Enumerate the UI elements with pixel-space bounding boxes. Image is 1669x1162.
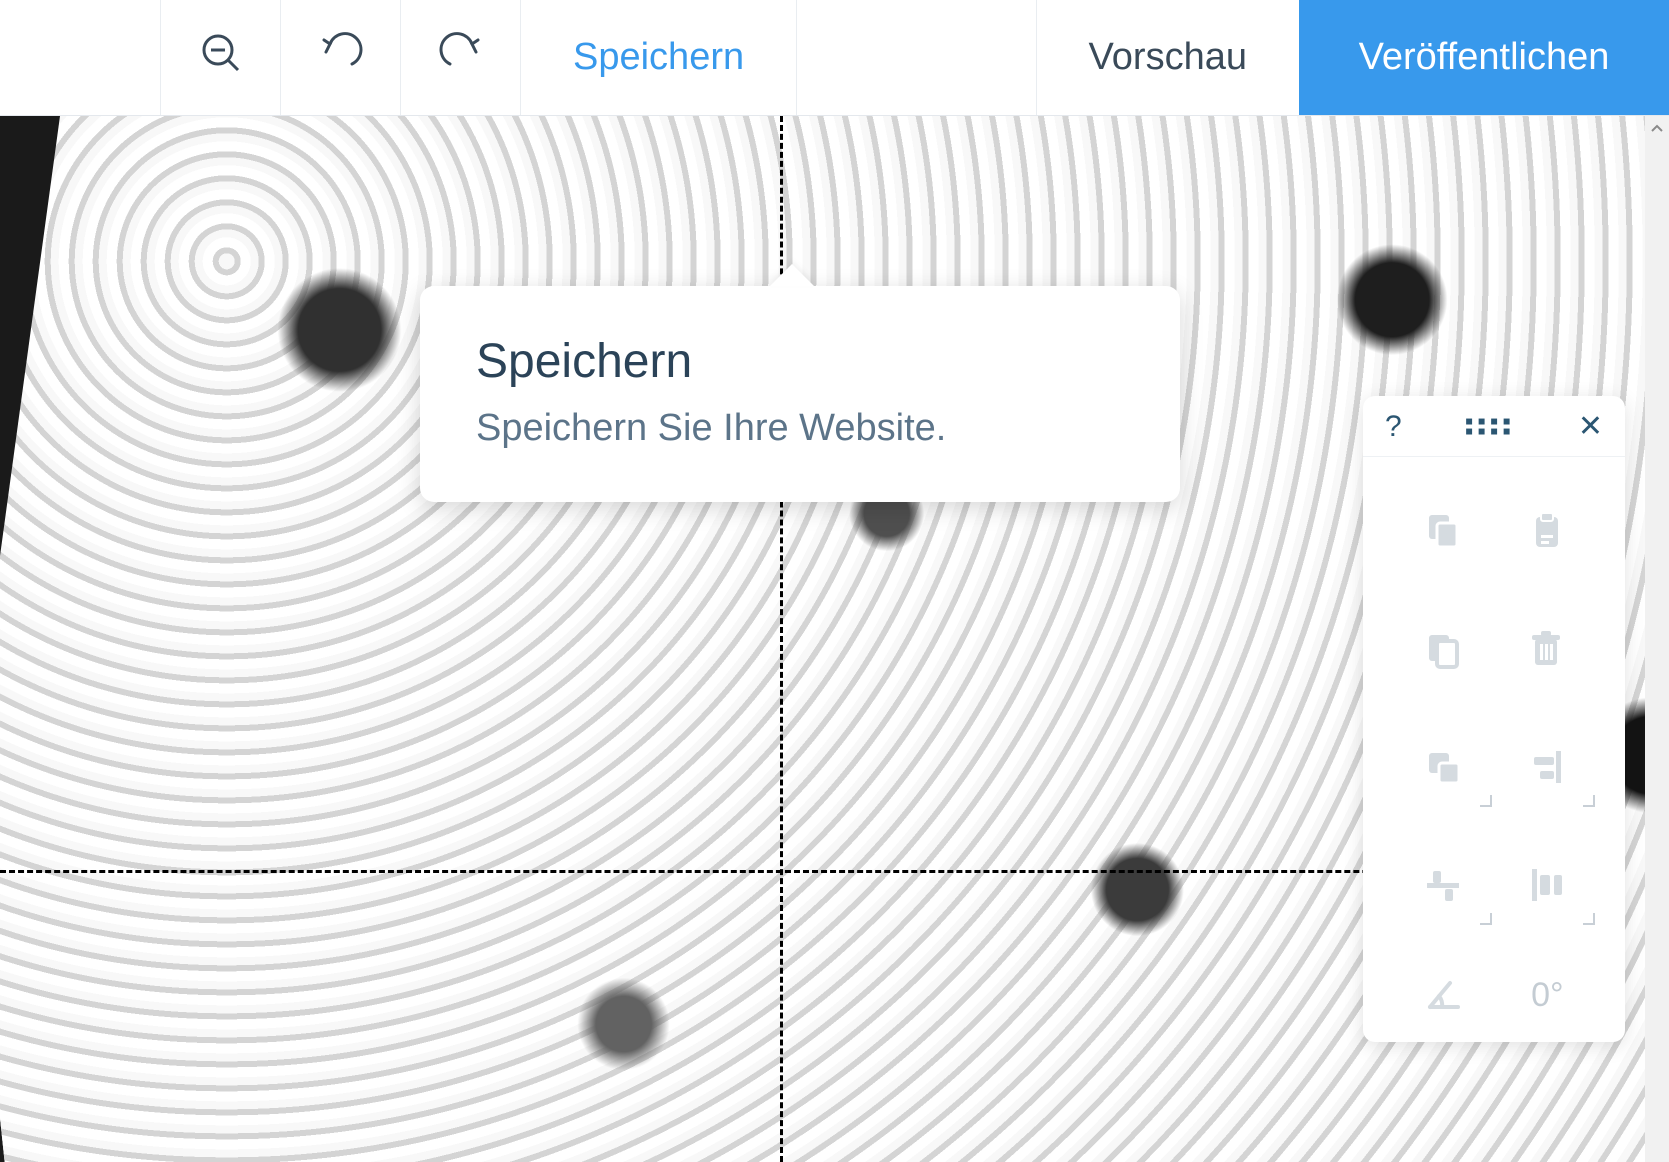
copy-icon	[1423, 511, 1463, 556]
panel-help-button[interactable]: ?	[1385, 410, 1402, 444]
redo-button[interactable]	[400, 0, 520, 115]
arrange-button[interactable]	[1391, 737, 1494, 801]
editor-topbar: Speichern Vorschau Veröffentlichen	[0, 0, 1669, 116]
distribute-horizontal-icon	[1423, 865, 1463, 910]
redo-icon	[438, 30, 484, 86]
topbar-fill	[796, 0, 1035, 115]
paste-button[interactable]	[1494, 501, 1597, 565]
delete-button[interactable]	[1494, 619, 1597, 683]
floating-tool-panel: ? ▪▪▪▪▪▪▪▪ ✕	[1363, 396, 1625, 1042]
topbar-left-spacer	[0, 0, 160, 115]
tooltip-body: Speichern Sie Ihre Website.	[476, 407, 1124, 450]
rotate-button[interactable]	[1424, 973, 1464, 1018]
trash-icon	[1526, 629, 1566, 674]
undo-button[interactable]	[280, 0, 400, 115]
angle-icon	[1424, 973, 1464, 1018]
panel-close-button[interactable]: ✕	[1578, 412, 1603, 442]
duplicate-button[interactable]	[1391, 619, 1494, 683]
publish-button[interactable]: Veröffentlichen	[1299, 0, 1669, 115]
tool-panel-body: 0°	[1363, 457, 1625, 1032]
distribute-button[interactable]	[1391, 855, 1494, 919]
copy-button[interactable]	[1391, 501, 1494, 565]
match-size-button[interactable]	[1494, 855, 1597, 919]
align-button[interactable]	[1494, 737, 1597, 801]
panel-drag-handle-icon[interactable]: ▪▪▪▪▪▪▪▪	[1465, 417, 1515, 437]
tool-panel-header: ? ▪▪▪▪▪▪▪▪ ✕	[1363, 396, 1625, 457]
save-button[interactable]: Speichern	[520, 0, 796, 115]
zoom-out-icon	[198, 30, 244, 86]
zoom-out-button[interactable]	[160, 0, 280, 115]
tooltip-title: Speichern	[476, 334, 1124, 389]
rotation-row: 0°	[1391, 973, 1597, 1018]
duplicate-icon	[1423, 629, 1463, 674]
bring-forward-icon	[1423, 747, 1463, 792]
undo-icon	[318, 30, 364, 86]
rotation-value[interactable]: 0°	[1531, 976, 1564, 1015]
preview-button[interactable]: Vorschau	[1036, 0, 1299, 115]
match-size-icon	[1526, 865, 1566, 910]
vertical-scrollbar[interactable]	[1645, 116, 1669, 1162]
align-right-icon	[1526, 747, 1566, 792]
save-tooltip: Speichern Speichern Sie Ihre Website.	[420, 286, 1180, 502]
paste-icon	[1526, 511, 1566, 556]
editor-stage: Speichern Speichern Sie Ihre Website. ? …	[0, 116, 1669, 1162]
scrollbar-up-arrow-icon[interactable]	[1645, 116, 1669, 142]
